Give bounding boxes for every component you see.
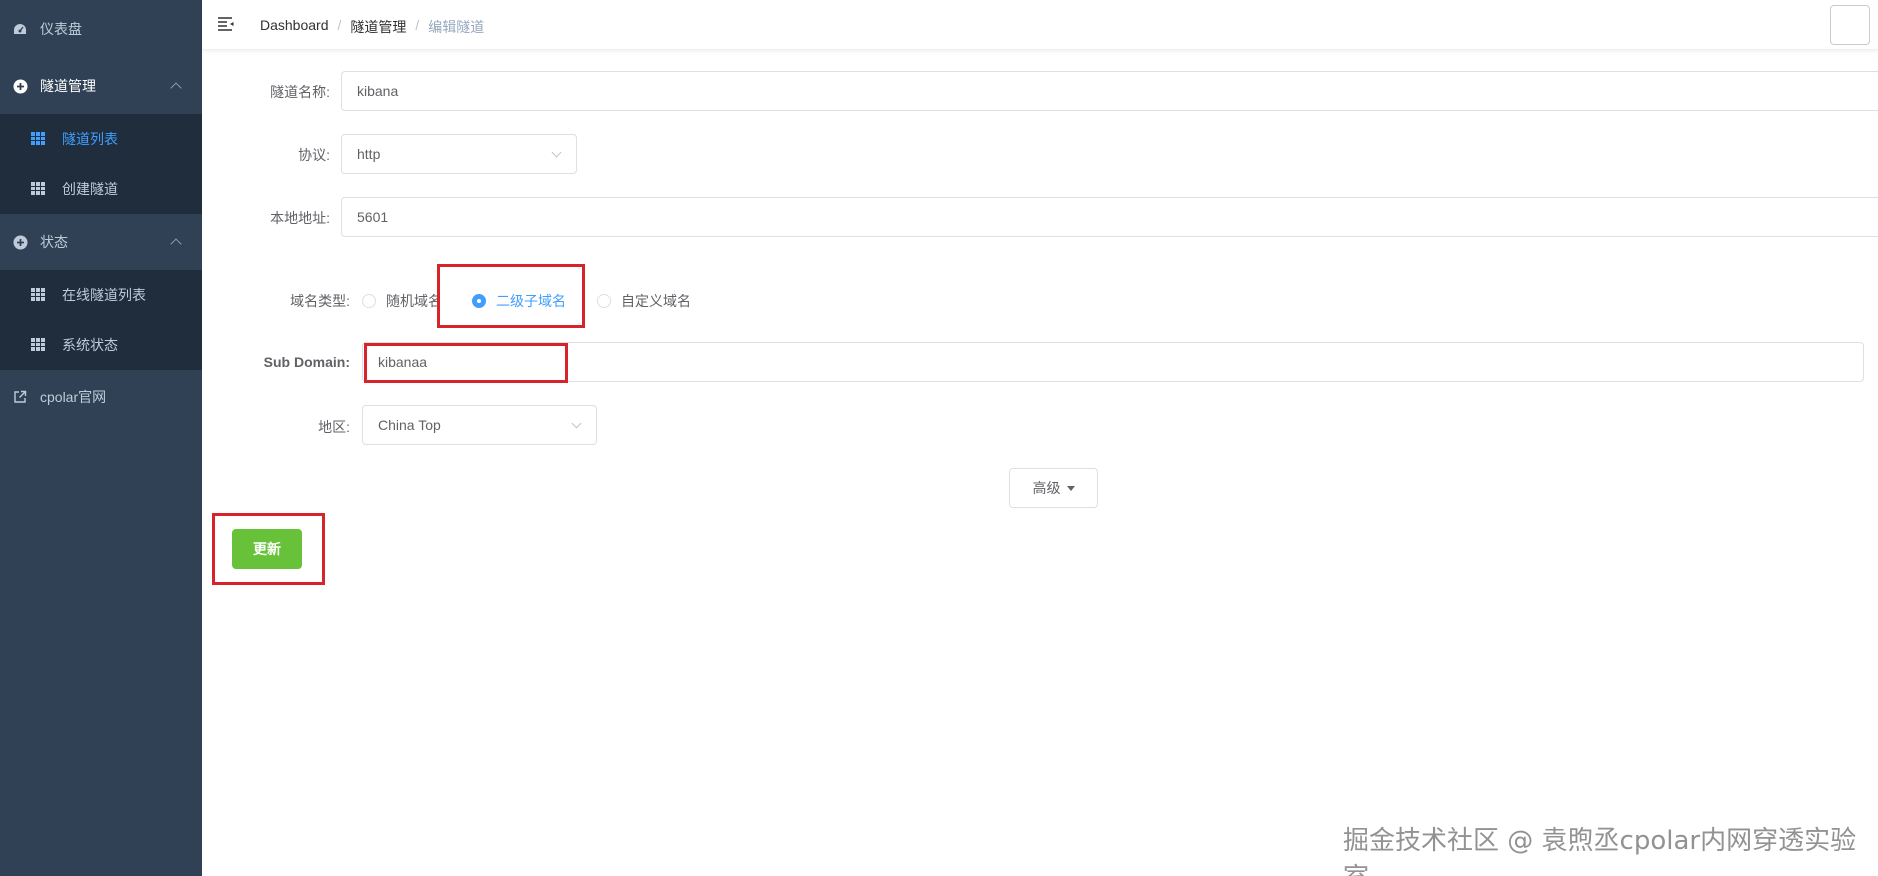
breadcrumb-item-dashboard[interactable]: Dashboard [260,17,329,37]
radio-random-domain[interactable]: 随机域名 [362,291,442,311]
sidebar-item-label: 状态 [40,234,68,250]
tunnel-name-value: kibana [357,83,399,99]
plus-circle-icon [12,234,28,250]
advanced-button-label: 高级 [1032,480,1061,496]
radio-custom-domain[interactable]: 自定义域名 [597,291,691,311]
highlight-box-subdomain-radio [437,264,585,328]
breadcrumb-separator: / [415,17,420,33]
sidebar-item-tunnel-management[interactable]: 隧道管理 [0,58,202,114]
dashboard-icon [12,21,28,37]
chevron-down-icon [551,147,562,158]
sidebar-item-tunnel-list[interactable]: 隧道列表 [0,114,202,164]
sidebar-item-create-tunnel[interactable]: 创建隧道 [0,164,202,214]
tunnel-name-input[interactable]: kibana [341,71,1878,111]
chevron-up-icon [170,82,182,94]
sidebar-item-label: 创建隧道 [62,181,118,197]
sub-domain-input[interactable]: kibanaa [362,342,1864,382]
advanced-button[interactable]: 高级 [1009,468,1098,508]
radio-label: 随机域名 [386,293,442,309]
grid-icon [31,288,45,302]
sidebar-item-label: 仪表盘 [40,21,82,37]
navbar: Dashboard / 隧道管理 / 编辑隧道 [202,0,1878,50]
radio-label: 自定义域名 [621,293,691,309]
app-root: 仪表盘 隧道管理 隧道列表 创建隧道 状态 在线隧道列表 系统状态 cpolar… [0,0,1878,876]
sidebar-item-label: 系统状态 [62,337,118,353]
avatar[interactable] [1830,5,1870,45]
sidebar-item-cpolar-website[interactable]: cpolar官网 [0,369,202,425]
protocol-value: http [357,146,381,162]
grid-icon [31,182,45,196]
local-address-input[interactable]: 5601 [341,197,1878,237]
sidebar-item-system-status[interactable]: 系统状态 [0,320,202,370]
sidebar-item-online-tunnels[interactable]: 在线隧道列表 [0,270,202,320]
hamburger-icon[interactable] [218,17,234,31]
sidebar-item-status[interactable]: 状态 [0,214,202,270]
sidebar-item-dashboard[interactable]: 仪表盘 [0,1,202,57]
region-label: 地区: [318,419,350,435]
radio-circle [362,294,376,308]
sidebar-item-label: 隧道列表 [62,131,118,147]
sub-domain-label: Sub Domain: [263,354,350,370]
local-address-value: 5601 [357,209,389,225]
local-address-label: 本地地址: [270,210,330,226]
radio-circle [597,294,611,308]
sidebar-item-label: 在线隧道列表 [62,287,146,303]
protocol-label: 协议: [298,147,330,163]
region-value: China Top [378,417,441,433]
chevron-down-icon [571,418,582,429]
plus-circle-icon [12,78,28,94]
caret-down-icon [1066,485,1075,491]
breadcrumb: Dashboard / 隧道管理 / 编辑隧道 [260,17,484,37]
watermark: 掘金技术社区 @ 袁煦丞cpolar内网穿透实验室 [1343,826,1857,876]
breadcrumb-item-edit-tunnel: 编辑隧道 [428,19,485,35]
external-link-icon [12,389,28,405]
grid-icon [31,338,45,352]
protocol-select[interactable]: http [341,134,577,174]
breadcrumb-item-tunnel-management[interactable]: 隧道管理 [350,17,406,37]
domain-type-label: 域名类型: [290,293,350,309]
highlight-box-subdomain-input [364,343,568,383]
region-select[interactable]: China Top [362,405,597,445]
sidebar: 仪表盘 隧道管理 隧道列表 创建隧道 状态 在线隧道列表 系统状态 cpolar… [0,0,202,876]
sidebar-item-label: cpolar官网 [40,389,107,405]
grid-icon [31,132,45,146]
chevron-up-icon [170,238,182,250]
sidebar-item-label: 隧道管理 [40,78,96,94]
highlight-box-update-button [212,513,325,585]
breadcrumb-separator: / [337,17,342,33]
tunnel-name-label: 隧道名称: [270,84,330,100]
